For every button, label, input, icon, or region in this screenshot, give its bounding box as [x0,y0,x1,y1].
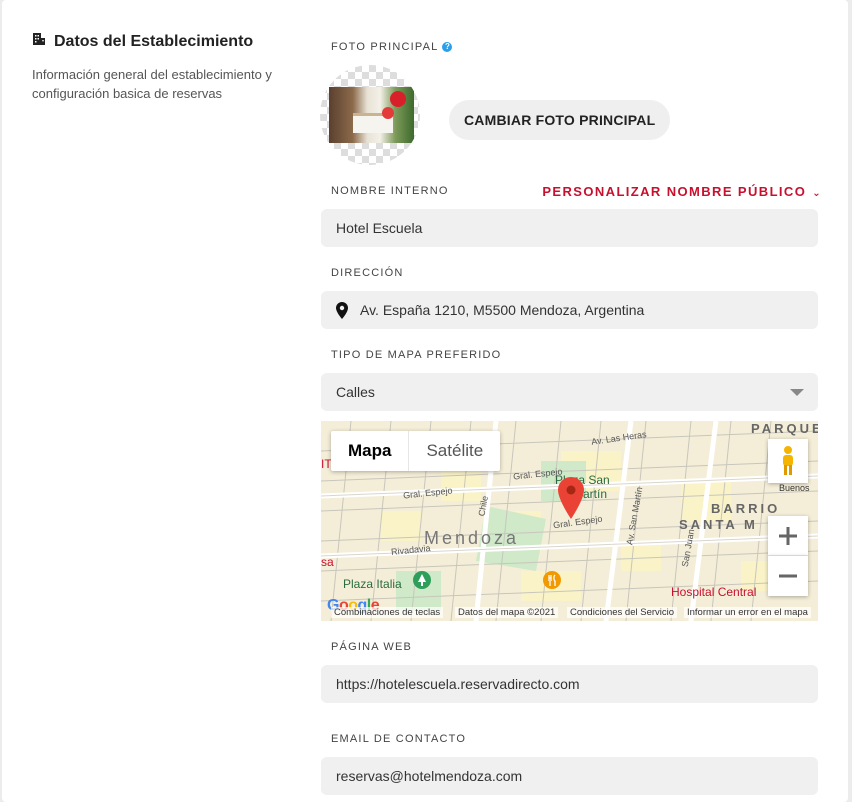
section-title-text: Datos del Establecimiento [54,32,254,50]
park-marker-icon [413,571,431,589]
photo-label-text: FOTO PRINCIPAL [331,41,439,53]
map-type-label: TIPO DE MAPA PREFERIDO [331,349,502,361]
zoom-out-button[interactable] [768,556,808,596]
map-type-select[interactable]: Calles [321,373,818,411]
section-header: Datos del Establecimiento Información ge… [32,32,292,103]
hotel-photo [329,87,414,143]
chevron-down-icon: ⌄ [812,188,822,199]
address-label: DIRECCIÓN [331,267,404,279]
internal-name-label: NOMBRE INTERNO [331,185,449,197]
building-icon [32,32,46,51]
photo-label: FOTO PRINCIPAL? [331,41,453,53]
map-type-toggle: Mapa Satélite [331,431,501,471]
dropdown-caret-icon [790,389,804,396]
main-photo-thumbnail[interactable] [320,65,420,165]
change-photo-button[interactable]: CAMBIAR FOTO PRINCIPAL [449,100,671,140]
keyboard-shortcuts-link[interactable]: Combinaciones de teclas [331,607,444,618]
email-value: reservas@hotelmendoza.com [336,768,523,784]
website-value: https://hotelescuela.reservadirecto.com [336,676,580,692]
customize-public-name-link[interactable]: PERSONALIZAR NOMBRE PÚBLICO ⌄ [542,184,822,199]
address-input[interactable]: Av. España 1210, M5500 Mendoza, Argentin… [321,291,818,329]
map-footer: Combinaciones de teclas Datos del mapa ©… [321,605,818,621]
photo-flower-shape [382,107,394,119]
address-value: Av. España 1210, M5500 Mendoza, Argentin… [360,302,645,318]
map-type-selected: Calles [336,384,375,400]
email-label: EMAIL DE CONTACTO [331,733,467,745]
map-label-mendoza: Mendoza [424,528,520,548]
map-label-plaza-italia: Plaza Italia [343,577,402,591]
website-input[interactable]: https://hotelescuela.reservadirecto.com [321,665,818,703]
settings-card: Datos del Establecimiento Información ge… [2,0,848,802]
minus-icon [779,574,797,578]
section-title: Datos del Establecimiento [32,32,292,51]
terms-link[interactable]: Condiciones del Servicio [567,607,678,618]
photo-flower-shape [390,91,406,107]
location-pin-icon [336,301,348,319]
map-label-sa: sa [321,555,334,569]
zoom-in-button[interactable] [768,516,808,556]
email-input[interactable]: reservas@hotelmendoza.com [321,757,818,795]
map-label-parque: PARQUE [751,421,818,436]
section-description: Información general del establecimiento … [32,67,272,101]
map-label-buenos: Buenos [779,483,810,493]
map-data-text: Datos del mapa ©2021 [455,607,559,618]
google-map[interactable]: PARQUE BARRIO SANTA M Mendoza Plaza San … [321,421,818,621]
customize-public-name-text: PERSONALIZAR NOMBRE PÚBLICO [542,184,807,199]
help-icon[interactable]: ? [442,42,453,52]
map-type-map-button[interactable]: Mapa [331,431,410,471]
map-label-barrio: BARRIO [711,501,781,516]
internal-name-value: Hotel Escuela [336,220,423,236]
plus-icon [779,526,797,545]
street-view-pegman-icon[interactable] [768,439,808,483]
website-label: PÁGINA WEB [331,641,413,653]
report-error-link[interactable]: Informar un error en el mapa [684,607,811,618]
map-label-hospital: Hospital Central [671,585,757,599]
restaurant-marker-icon [543,571,561,589]
location-marker-icon[interactable] [558,477,584,519]
map-type-satellite-button[interactable]: Satélite [409,431,500,471]
internal-name-input[interactable]: Hotel Escuela [321,209,818,247]
